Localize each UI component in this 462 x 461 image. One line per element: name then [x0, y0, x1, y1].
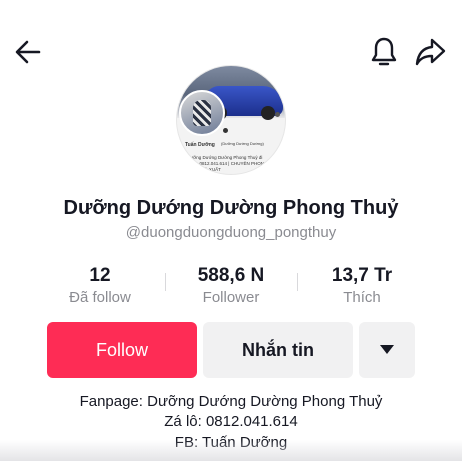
stat-divider [297, 273, 298, 291]
avatar-mini-title: Tuấn Dưỡng [185, 142, 215, 148]
stat-divider [165, 273, 166, 291]
profile-handle: @duongduongduong_pongthuy [125, 224, 337, 241]
mini-dot [275, 112, 280, 117]
avatar-mini-line: Dưỡng Dướng Dường Phong Thuỷ đi [187, 155, 263, 160]
follow-button[interactable]: Follow [47, 322, 197, 378]
avatar-mini-line: NỮ - NHÀ XUẤT [187, 167, 221, 172]
avatar-mini-subtitle: (Dưỡng Dướng Dường) [221, 141, 264, 146]
stat-followers[interactable]: 588,6 N Follower [171, 265, 291, 306]
bell-icon [371, 37, 397, 66]
more-options-button[interactable] [359, 322, 415, 378]
following-label: Đã follow [69, 289, 131, 306]
stat-following[interactable]: 12 Đã follow [40, 265, 160, 306]
stat-likes[interactable]: 13,7 Tr Thích [302, 265, 422, 306]
caret-down-icon [380, 345, 394, 354]
wheel-shape [261, 106, 275, 120]
share-icon [415, 38, 446, 66]
share-button[interactable] [410, 34, 450, 70]
avatar[interactable]: Tuấn Dưỡng (Dưỡng Dướng Dường) Dưỡng Dướ… [176, 65, 286, 175]
message-button[interactable]: Nhắn tin [203, 322, 353, 378]
mini-dot [223, 128, 228, 133]
profile-name: Dưỡng Dướng Dường Phong Thuỷ [63, 197, 399, 219]
followers-count: 588,6 N [197, 265, 265, 286]
bio-line: FB: Tuấn Dưỡng [174, 434, 288, 451]
followers-label: Follower [202, 289, 260, 306]
notification-button[interactable] [366, 34, 402, 70]
avatar-mini-line: Zá lô: 0812.041.614 | CHUYÊN PHONG [187, 161, 268, 166]
back-button[interactable] [10, 34, 46, 70]
bio-line: Fanpage: Dưỡng Dướng Dường Phong Thuỷ [79, 393, 383, 410]
bio-line: Zá lô: 0812.041.614 [164, 413, 298, 430]
likes-label: Thích [343, 289, 381, 306]
mini-profile-photo [179, 90, 225, 136]
arrow-left-icon [15, 40, 41, 64]
likes-count: 13,7 Tr [331, 265, 393, 286]
following-count: 12 [89, 265, 111, 286]
